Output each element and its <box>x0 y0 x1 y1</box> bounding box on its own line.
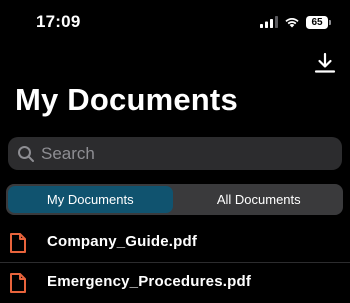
segmented-control: My Documents All Documents <box>6 184 343 215</box>
search-icon <box>18 145 34 162</box>
document-icon <box>10 273 26 293</box>
download-icon <box>314 52 336 73</box>
file-name: Company_Guide.pdf <box>47 233 198 250</box>
status-bar: 17:09 65 <box>0 0 350 44</box>
battery-cap <box>329 19 331 25</box>
battery-level: 65 <box>311 16 323 28</box>
search-field[interactable] <box>8 137 342 170</box>
search-input[interactable] <box>41 143 321 164</box>
segment-my-documents[interactable]: My Documents <box>8 186 173 213</box>
file-name: Emergency_Procedures.pdf <box>47 273 252 290</box>
page-title: My Documents <box>15 82 238 117</box>
status-time: 17:09 <box>36 12 81 31</box>
list-item[interactable]: Emergency_Procedures.pdf <box>0 262 350 302</box>
status-icons: 65 <box>260 14 331 30</box>
file-list: Company_Guide.pdf Emergency_Procedures.p… <box>0 222 350 302</box>
segment-all-documents[interactable]: All Documents <box>177 186 342 213</box>
cellular-signal-icon <box>260 16 278 28</box>
battery-icon: 65 <box>306 15 331 29</box>
wifi-icon <box>285 18 299 28</box>
download-button[interactable] <box>313 51 337 75</box>
list-item[interactable]: Company_Guide.pdf <box>0 222 350 263</box>
document-icon <box>10 233 26 253</box>
